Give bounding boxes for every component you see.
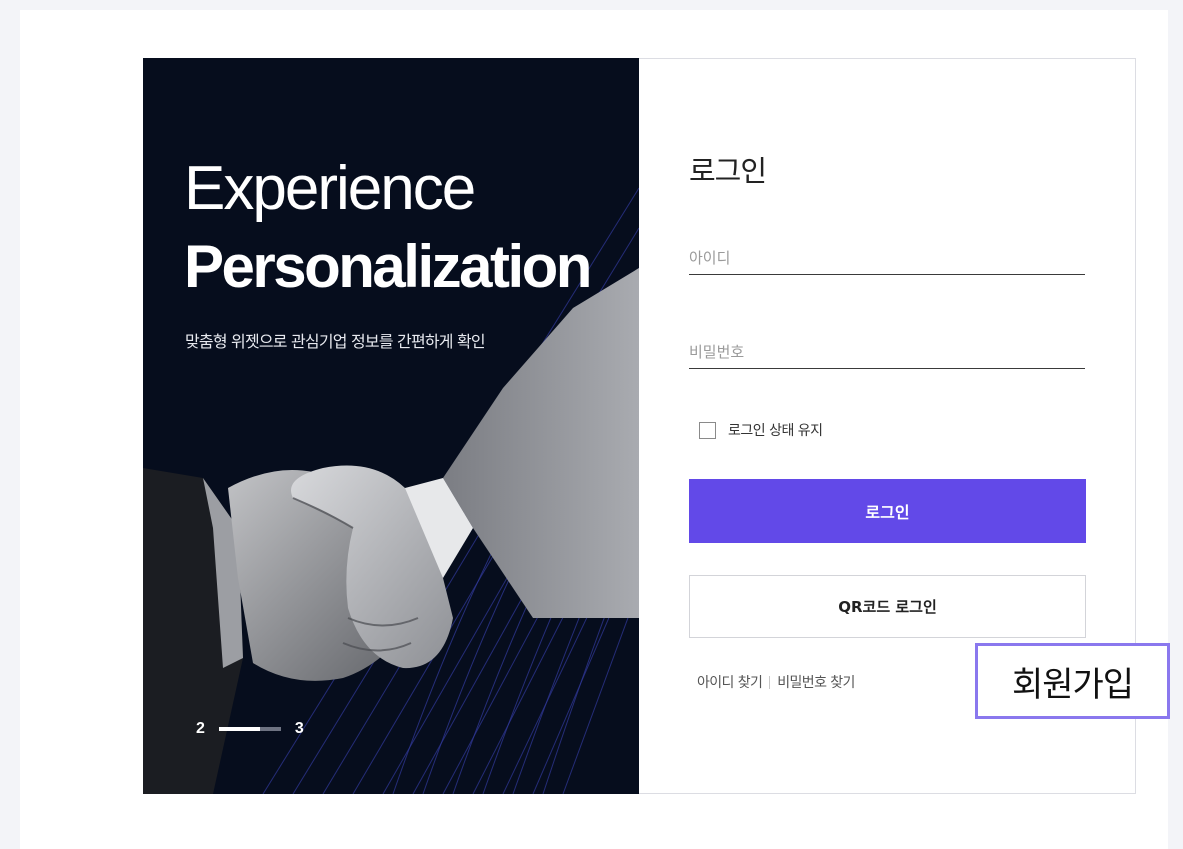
keep-signed-in-checkbox[interactable] xyxy=(699,421,716,439)
promo-banner: Experience Personalization 맞춤형 위젯으로 관심기업… xyxy=(143,58,639,794)
link-divider xyxy=(769,675,771,689)
banner-headline-line2: Personalization xyxy=(184,233,592,300)
pager-current: 2 xyxy=(196,720,205,737)
find-password-link[interactable]: 비밀번호 찾기 xyxy=(777,672,855,692)
signup-button[interactable]: 회원가입 xyxy=(975,643,1170,719)
keep-signed-in-row[interactable]: 로그인 상태 유지 xyxy=(699,420,823,440)
id-field xyxy=(689,242,1085,275)
pager-total: 3 xyxy=(294,720,304,737)
banner-pager[interactable]: 2 3 xyxy=(196,720,304,738)
id-input[interactable] xyxy=(689,242,1085,274)
keep-signed-in-label[interactable]: 로그인 상태 유지 xyxy=(728,420,823,440)
pager-progress-track xyxy=(218,727,281,731)
password-field xyxy=(689,336,1085,369)
account-links: 아이디 찾기 비밀번호 찾기 xyxy=(697,672,855,692)
qr-login-button[interactable]: QR코드 로그인 xyxy=(689,575,1086,638)
password-input[interactable] xyxy=(689,336,1085,368)
banner-headline-line1: Experience xyxy=(184,154,476,223)
pager-progress-fill xyxy=(218,727,261,731)
login-title: 로그인 xyxy=(689,154,767,188)
login-button[interactable]: 로그인 xyxy=(689,479,1086,543)
find-id-link[interactable]: 아이디 찾기 xyxy=(697,672,763,692)
banner-subtitle: 맞춤형 위젯으로 관심기업 정보를 간편하게 확인 xyxy=(185,332,486,351)
